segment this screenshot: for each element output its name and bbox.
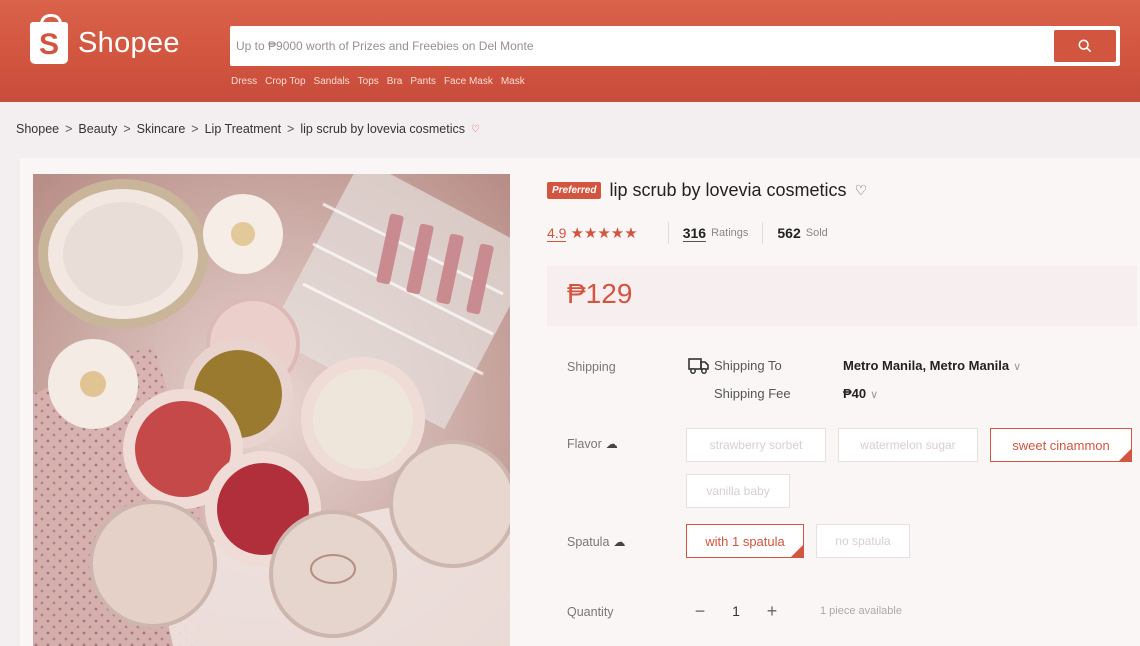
spatula-option-selected[interactable]: with 1 spatula [686, 524, 804, 558]
suggestion-link[interactable]: Sandals [314, 76, 350, 87]
chevron-right-icon: > [287, 122, 295, 136]
quantity-label: Quantity [567, 605, 614, 619]
sold-count: 562 [777, 225, 801, 241]
search-suggestions: Dress Crop Top Sandals Tops Bra Pants Fa… [231, 76, 525, 87]
stock-available: 1 piece available [820, 605, 902, 617]
rating-row: 4.9 ★★★★★ 316 Ratings 562 Sold [547, 222, 828, 244]
product-photo [33, 174, 510, 646]
ratings-count[interactable]: 316 [682, 225, 707, 242]
flavor-label-wrap: Flavor ☁ [567, 437, 618, 451]
shipping-fee-value: ₱40 [843, 386, 867, 401]
heart-icon[interactable]: ♡ [471, 124, 480, 135]
shipping-location: Metro Manila, Metro Manila [843, 358, 1010, 373]
logo-letter: S [38, 28, 59, 61]
increase-quantity-button[interactable]: + [756, 596, 788, 626]
breadcrumb-item[interactable]: Skincare [137, 122, 186, 136]
search-input[interactable] [236, 32, 1036, 60]
shopee-logo[interactable]: S Shopee [30, 14, 180, 64]
quantity-stepper: − 1 + [684, 596, 788, 626]
star-rating-icon: ★★★★★ [570, 225, 638, 242]
breadcrumb-item[interactable]: Shopee [16, 122, 59, 136]
shipping-fee-dropdown[interactable]: ₱40 ∨ [843, 386, 878, 401]
logo-text: Shopee [78, 26, 180, 59]
top-header: S Shopee Dress Crop Top Sandals Tops Bra… [0, 0, 1140, 102]
product-image[interactable] [33, 174, 510, 646]
breadcrumb-current: lip scrub by lovevia cosmetics [300, 122, 466, 136]
chevron-right-icon: > [123, 122, 131, 136]
chevron-right-icon: > [65, 122, 73, 136]
search-button[interactable] [1054, 30, 1116, 62]
preferred-badge: Preferred [547, 182, 602, 199]
truck-icon [688, 358, 709, 374]
sold-label: Sold [805, 227, 828, 239]
search-bar [230, 26, 1120, 66]
chevron-down-icon: ∨ [870, 389, 879, 401]
breadcrumb-item[interactable]: Lip Treatment [205, 122, 281, 136]
decrease-quantity-button[interactable]: − [684, 596, 716, 626]
suggestion-link[interactable]: Face Mask [444, 76, 493, 87]
shipping-label: Shipping [567, 360, 616, 374]
suggestion-link[interactable]: Pants [410, 76, 436, 87]
spatula-label-wrap: Spatula ☁ [567, 535, 625, 549]
ratings-label: Ratings [711, 227, 749, 239]
suggestion-link[interactable]: Crop Top [265, 76, 305, 87]
divider [667, 222, 669, 244]
spatula-option[interactable]: no spatula [816, 524, 910, 558]
search-icon [1078, 39, 1092, 53]
rating-value[interactable]: 4.9 [547, 225, 567, 242]
shipping-to-label: Shipping To [714, 358, 782, 373]
suggestion-link[interactable]: Tops [358, 76, 379, 87]
divider [762, 222, 764, 244]
suggestion-link[interactable]: Mask [501, 76, 525, 87]
price-section [547, 266, 1137, 326]
shipping-fee-label: Shipping Fee [714, 386, 791, 401]
breadcrumb: Shopee > Beauty > Skincare > Lip Treatme… [16, 122, 480, 136]
spatula-label: Spatula [567, 535, 610, 549]
shopping-bag-icon: S [30, 14, 68, 64]
shipping-location-dropdown[interactable]: Metro Manila, Metro Manila ∨ [843, 358, 1021, 373]
flavor-option-selected[interactable]: sweet cinammon [990, 428, 1132, 462]
chevron-right-icon: > [191, 122, 199, 136]
product-title: lip scrub by lovevia cosmetics [609, 180, 847, 200]
quantity-input[interactable]: 1 [716, 596, 756, 626]
suggestion-link[interactable]: Dress [231, 76, 257, 87]
cloud-icon: ☁ [613, 535, 626, 549]
product-title-row: Preferred lip scrub by lovevia cosmetics… [547, 180, 867, 201]
chevron-down-icon: ∨ [1013, 361, 1022, 373]
flavor-option[interactable]: strawberry sorbet [686, 428, 826, 462]
flavor-option[interactable]: watermelon sugar [838, 428, 978, 462]
heart-icon[interactable]: ♡ [855, 182, 868, 199]
cloud-icon: ☁ [605, 437, 618, 451]
flavor-option[interactable]: vanilla baby [686, 474, 790, 508]
product-price: ₱129 [567, 278, 633, 309]
suggestion-link[interactable]: Bra [387, 76, 403, 87]
flavor-label: Flavor [567, 437, 602, 451]
breadcrumb-item[interactable]: Beauty [78, 122, 117, 136]
